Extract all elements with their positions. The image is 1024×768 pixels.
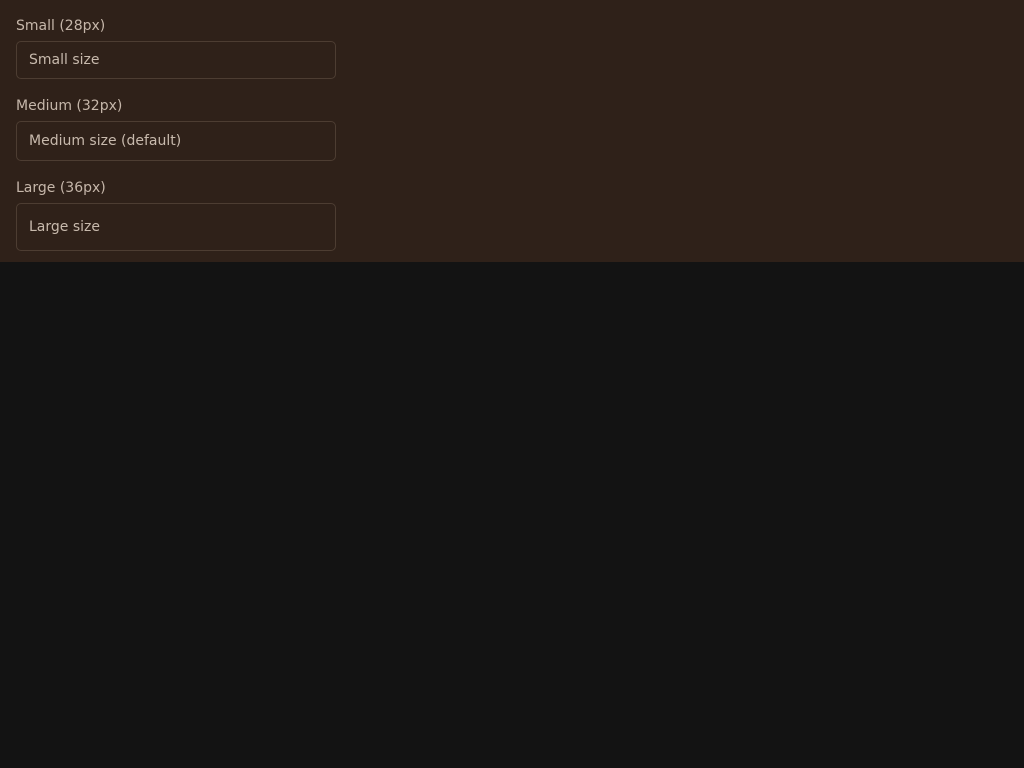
- small-size-input[interactable]: [16, 41, 336, 79]
- medium-input-group: Medium (32px): [16, 97, 336, 161]
- small-input-group: Small (28px): [16, 17, 336, 79]
- input-sizes-panel: Small (28px) Medium (32px) Large (36px): [0, 0, 1024, 262]
- small-input-label: Small (28px): [16, 18, 106, 34]
- large-input-label: Large (36px): [16, 180, 106, 196]
- large-input-group: Large (36px): [16, 179, 336, 251]
- large-size-input[interactable]: [16, 203, 336, 251]
- medium-input-label: Medium (32px): [16, 98, 123, 114]
- medium-size-input[interactable]: [16, 121, 336, 161]
